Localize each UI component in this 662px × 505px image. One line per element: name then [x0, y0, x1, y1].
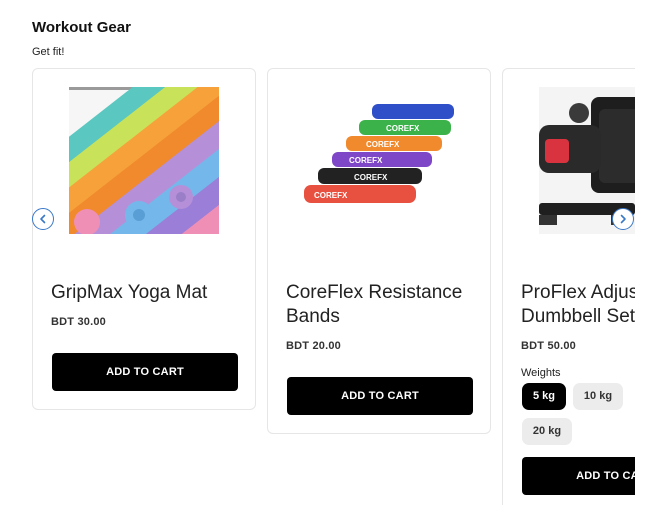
product-price: BDT 50.00 [521, 340, 576, 352]
band-label: COREFX [386, 124, 420, 133]
band-label: COREFX [314, 191, 348, 200]
chevron-left-icon [40, 214, 46, 224]
product-title-line: CoreFlex Resistance [286, 282, 463, 303]
yoga-mat-image[interactable] [69, 87, 219, 234]
product-price: BDT 20.00 [286, 340, 341, 352]
add-to-cart-button[interactable]: ADD TO CART [52, 353, 238, 391]
product-title-line: Bands [286, 306, 340, 327]
product-title-line: ProFlex Adjustable [521, 282, 635, 303]
band-label: COREFX [354, 173, 388, 182]
product-title[interactable]: ProFlex Adjustable Dumbbell Set [521, 281, 635, 329]
product-card-dumbbell-set[interactable]: ProFlex Adjustable Dumbbell Set BDT 50.0… [502, 68, 635, 505]
band-label: COREFX [349, 156, 383, 165]
resistance-bands-image[interactable]: COREFX COREFX COREFX COREFX COREFX [304, 87, 454, 234]
chevron-right-icon [620, 214, 626, 224]
add-to-cart-button[interactable]: ADD TO CART [287, 377, 473, 415]
carousel-next-button[interactable] [612, 208, 634, 230]
weights-label: Weights [521, 367, 561, 379]
product-title[interactable]: CoreFlex Resistance Bands [286, 281, 496, 329]
product-price: BDT 30.00 [51, 316, 106, 328]
product-title-line: Dumbbell Set [521, 306, 635, 327]
section-subtitle: Get fit! [32, 46, 65, 58]
add-to-cart-button[interactable]: ADD TO CART [522, 457, 635, 495]
product-card-resistance-bands[interactable]: COREFX COREFX COREFX COREFX COREFX CoreF… [267, 68, 491, 434]
band-label: COREFX [366, 140, 400, 149]
weight-option-20kg[interactable]: 20 kg [522, 418, 572, 445]
section-title: Workout Gear [32, 19, 131, 36]
product-card-yoga-mat[interactable]: GripMax Yoga Mat BDT 30.00 ADD TO CART [32, 68, 256, 410]
weight-option-10kg[interactable]: 10 kg [573, 383, 623, 410]
product-title[interactable]: GripMax Yoga Mat [51, 281, 261, 305]
product-carousel: GripMax Yoga Mat BDT 30.00 ADD TO CART C… [32, 68, 635, 505]
carousel-prev-button[interactable] [32, 208, 54, 230]
weight-option-5kg[interactable]: 5 kg [522, 383, 566, 410]
